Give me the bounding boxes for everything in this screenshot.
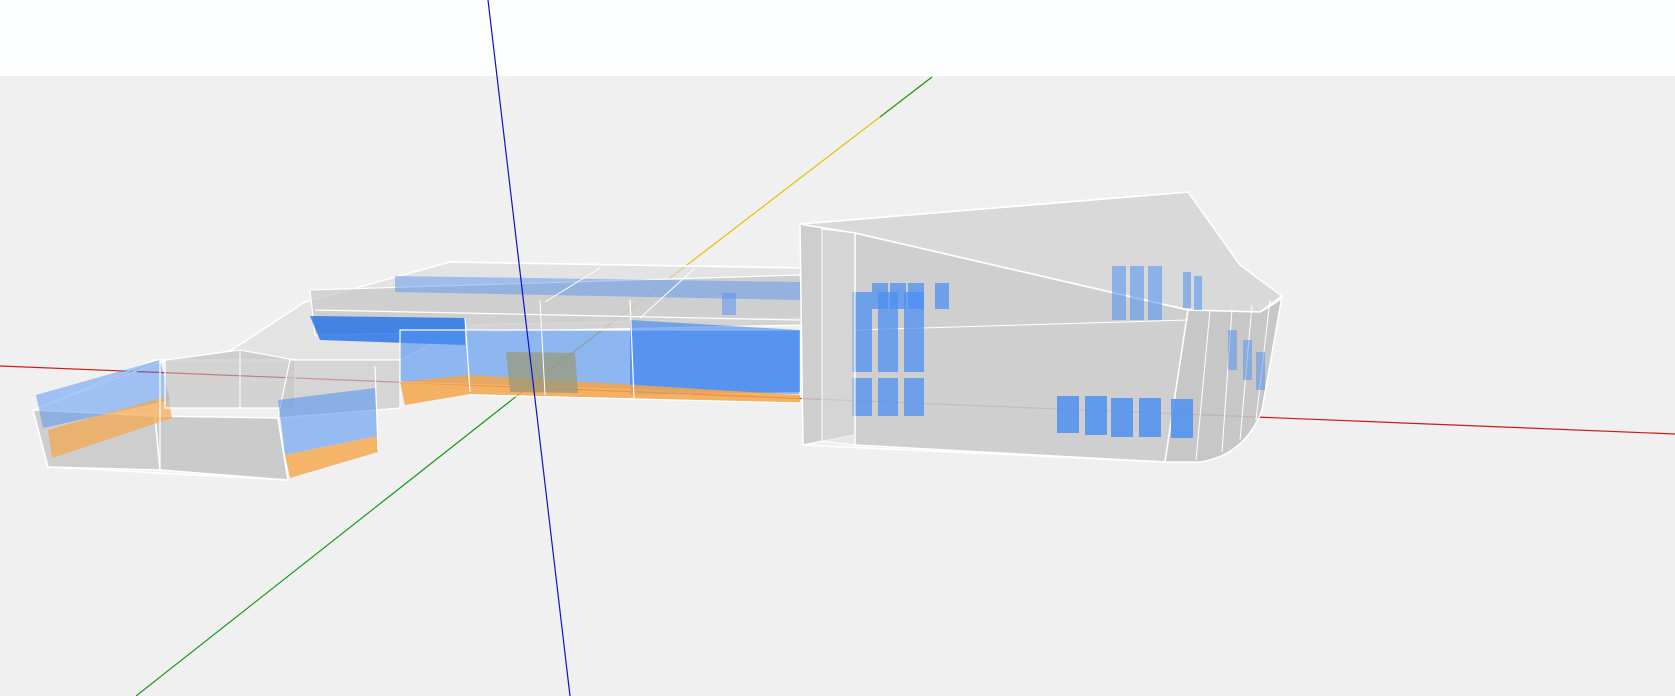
hall-front-windows (1057, 396, 1193, 438)
corridor-small-window (722, 293, 736, 315)
sky-background (0, 0, 1675, 76)
scene-canvas[interactable] (0, 0, 1675, 696)
left-room-box (164, 349, 296, 409)
3d-viewport[interactable] (0, 0, 1675, 696)
hall-entrance-glazing (821, 228, 856, 446)
corridor-front-window-2 (630, 320, 800, 395)
entrance-door[interactable] (506, 352, 578, 393)
right-hall[interactable] (799, 191, 1284, 463)
left-wing-front-wall-2 (154, 415, 289, 481)
